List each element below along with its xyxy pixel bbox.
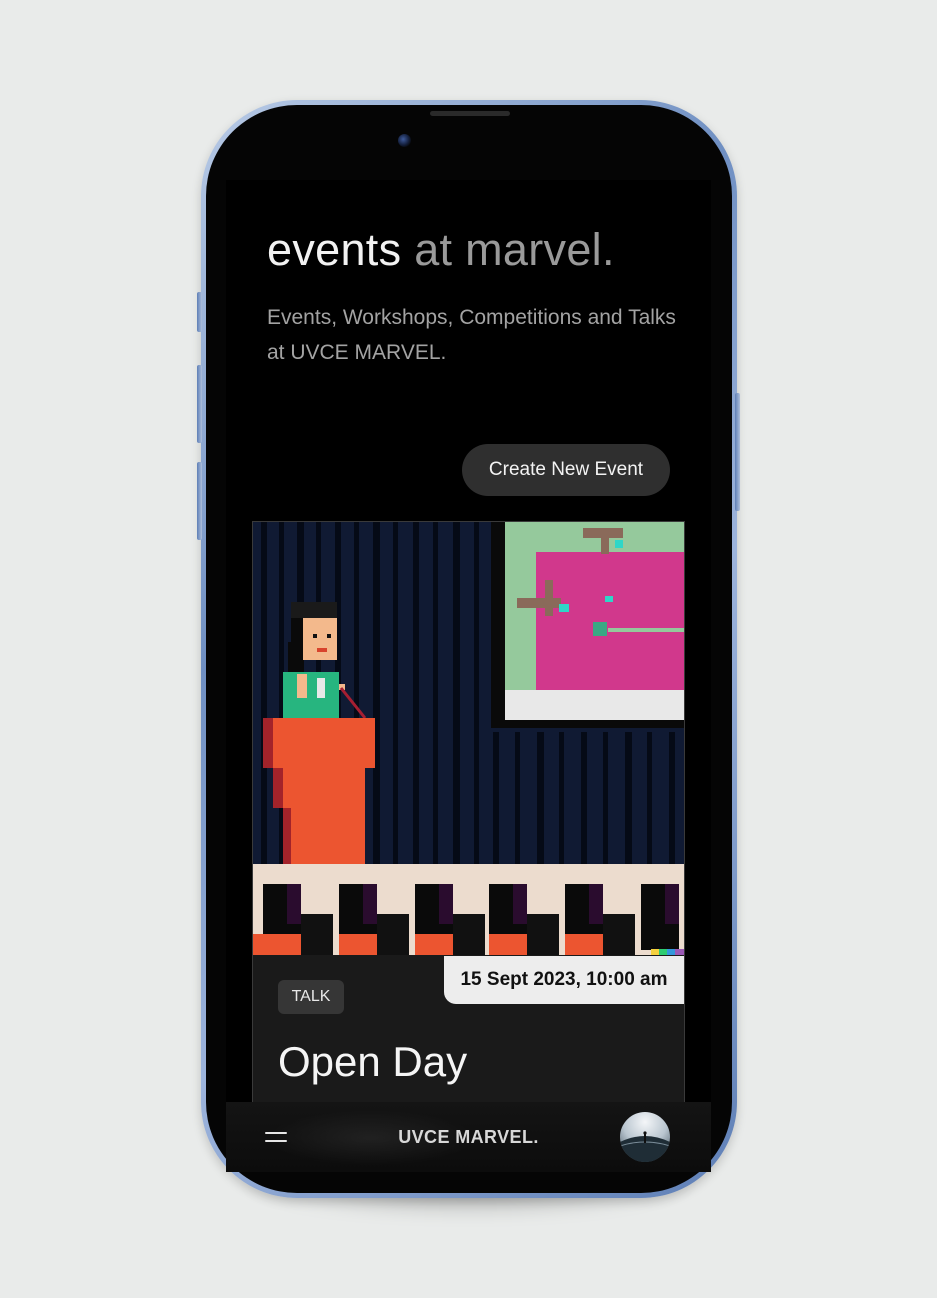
page-subtitle: Events, Workshops, Competitions and Talk…	[267, 306, 676, 364]
front-camera	[398, 134, 411, 147]
page-title: events at marvel.	[267, 224, 615, 276]
menu-icon-line-top	[265, 1132, 287, 1134]
phone-volume-up-button	[197, 365, 202, 443]
earpiece-speaker	[430, 111, 510, 116]
avatar-image	[620, 1112, 670, 1162]
phone-volume-down-button	[197, 462, 202, 540]
event-date-badge: 15 Sept 2023, 10:00 am	[444, 956, 684, 1004]
bottom-navigation-bar: UVCE MARVEL.	[226, 1102, 711, 1172]
bar-glow	[266, 1110, 476, 1166]
hamburger-menu-icon[interactable]	[256, 1122, 296, 1152]
event-title[interactable]: Open Day	[278, 1038, 467, 1086]
phone-power-button	[735, 393, 740, 511]
create-new-event-button[interactable]: Create New Event	[462, 444, 670, 496]
profile-avatar[interactable]	[620, 1112, 670, 1162]
device-mockup: events at marvel. Events, Workshops, Com…	[0, 0, 937, 1298]
event-card[interactable]: 15 Sept 2023, 10:00 am TALK Open Day	[252, 521, 685, 1161]
event-type-tag: TALK	[278, 980, 344, 1014]
page-title-muted: at marvel.	[401, 224, 615, 275]
event-cover-image	[253, 522, 684, 955]
app-screen: events at marvel. Events, Workshops, Com…	[226, 180, 711, 1172]
page-title-main: events	[267, 224, 402, 275]
phone-action-button	[197, 292, 202, 332]
menu-icon-line-bottom	[265, 1140, 287, 1142]
